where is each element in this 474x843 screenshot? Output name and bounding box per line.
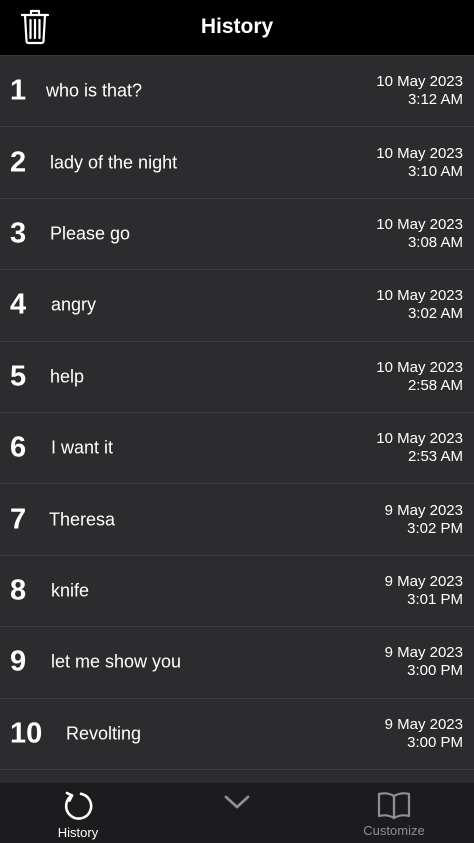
row-number: 7 bbox=[10, 503, 27, 536]
tab-history-label: History bbox=[57, 825, 99, 840]
row-time: 2:58 AM bbox=[407, 376, 463, 394]
row-number: 8 bbox=[10, 574, 27, 607]
row-date: 9 May 2023 bbox=[384, 572, 463, 590]
row-phrase: help bbox=[50, 366, 85, 387]
row-timestamp: 9 May 2023 3:01 PM bbox=[385, 573, 463, 609]
row-number: 10 bbox=[10, 717, 43, 750]
tab-bar: History Customize bbox=[0, 782, 474, 843]
history-list: 1 who is that? 10 May 2023 3:12 AM 2 lad… bbox=[0, 56, 474, 782]
history-screen: History 1 who is that? 10 May 2023 3:12 … bbox=[0, 0, 474, 843]
row-date: 10 May 2023 bbox=[376, 215, 463, 233]
history-row[interactable]: 6 I want it 10 May 2023 2:53 AM bbox=[0, 412, 474, 485]
row-timestamp: 10 May 2023 2:58 AM bbox=[376, 359, 463, 395]
row-date: 10 May 2023 bbox=[376, 73, 463, 91]
row-time: 2:53 AM bbox=[407, 448, 463, 466]
row-phrase: let me show you bbox=[51, 651, 182, 672]
page-title: History bbox=[200, 15, 274, 38]
tab-customize[interactable]: Customize bbox=[350, 783, 438, 843]
row-date: 10 May 2023 bbox=[376, 144, 463, 162]
row-date: 9 May 2023 bbox=[384, 644, 463, 662]
refresh-icon bbox=[64, 791, 93, 820]
row-phrase: lady of the night bbox=[50, 152, 178, 173]
row-time: 3:08 AM bbox=[407, 233, 463, 251]
row-date: 9 May 2023 bbox=[384, 715, 463, 733]
history-row[interactable]: 3 Please go 10 May 2023 3:08 AM bbox=[0, 198, 474, 271]
row-phrase: knife bbox=[51, 580, 90, 601]
row-number: 6 bbox=[10, 431, 27, 464]
row-date: 10 May 2023 bbox=[376, 287, 463, 305]
row-phrase: angry bbox=[51, 294, 97, 315]
row-phrase: Theresa bbox=[49, 509, 116, 530]
row-time: 3:00 PM bbox=[407, 733, 463, 751]
book-icon bbox=[377, 792, 411, 820]
history-row[interactable]: 9 let me show you 9 May 2023 3:00 PM bbox=[0, 627, 474, 699]
row-number: 1 bbox=[10, 74, 27, 107]
chevron-down-icon bbox=[224, 795, 250, 809]
history-row[interactable]: 5 help 10 May 2023 2:58 AM bbox=[0, 341, 474, 413]
row-timestamp: 10 May 2023 3:08 AM bbox=[376, 216, 463, 252]
history-row[interactable]: 2 lady of the night 10 May 2023 3:10 AM bbox=[0, 127, 474, 199]
row-timestamp: 9 May 2023 3:00 PM bbox=[385, 716, 463, 752]
row-time: 3:02 PM bbox=[407, 519, 463, 537]
history-row-partial[interactable] bbox=[0, 769, 474, 782]
history-row[interactable]: 10 Revolting 9 May 2023 3:00 PM bbox=[0, 698, 474, 770]
history-row[interactable]: 8 knife 9 May 2023 3:01 PM bbox=[0, 555, 474, 628]
collapse-button[interactable] bbox=[212, 783, 262, 843]
row-timestamp: 9 May 2023 3:00 PM bbox=[385, 644, 463, 680]
row-phrase: who is that? bbox=[46, 80, 143, 101]
tab-history[interactable]: History bbox=[38, 783, 118, 843]
row-date: 10 May 2023 bbox=[376, 358, 463, 376]
history-row[interactable]: 7 Theresa 9 May 2023 3:02 PM bbox=[0, 484, 474, 556]
row-timestamp: 9 May 2023 3:02 PM bbox=[385, 502, 463, 538]
row-date: 9 May 2023 bbox=[384, 501, 463, 519]
row-timestamp: 10 May 2023 3:10 AM bbox=[376, 145, 463, 181]
row-timestamp: 10 May 2023 2:53 AM bbox=[376, 430, 463, 466]
history-row[interactable]: 4 angry 10 May 2023 3:02 AM bbox=[0, 270, 474, 342]
row-time: 3:00 PM bbox=[407, 662, 463, 680]
row-time: 3:01 PM bbox=[407, 590, 463, 608]
row-timestamp: 10 May 2023 3:02 AM bbox=[376, 287, 463, 323]
row-time: 3:12 AM bbox=[407, 91, 463, 109]
row-time: 3:10 AM bbox=[407, 162, 463, 180]
row-number: 5 bbox=[10, 360, 27, 393]
tab-customize-label: Customize bbox=[363, 823, 425, 838]
history-row[interactable]: 1 who is that? 10 May 2023 3:12 AM bbox=[0, 56, 474, 128]
row-time: 3:02 AM bbox=[407, 305, 463, 323]
row-phrase: Please go bbox=[50, 223, 131, 244]
row-number: 2 bbox=[10, 146, 27, 179]
row-phrase: I want it bbox=[51, 437, 114, 458]
row-number: 4 bbox=[10, 288, 27, 321]
row-phrase: Revolting bbox=[66, 723, 142, 744]
row-number: 9 bbox=[10, 645, 27, 678]
row-date: 10 May 2023 bbox=[376, 430, 463, 448]
row-number: 3 bbox=[10, 217, 27, 250]
header-bar: History bbox=[0, 0, 474, 56]
row-timestamp: 10 May 2023 3:12 AM bbox=[376, 73, 463, 109]
